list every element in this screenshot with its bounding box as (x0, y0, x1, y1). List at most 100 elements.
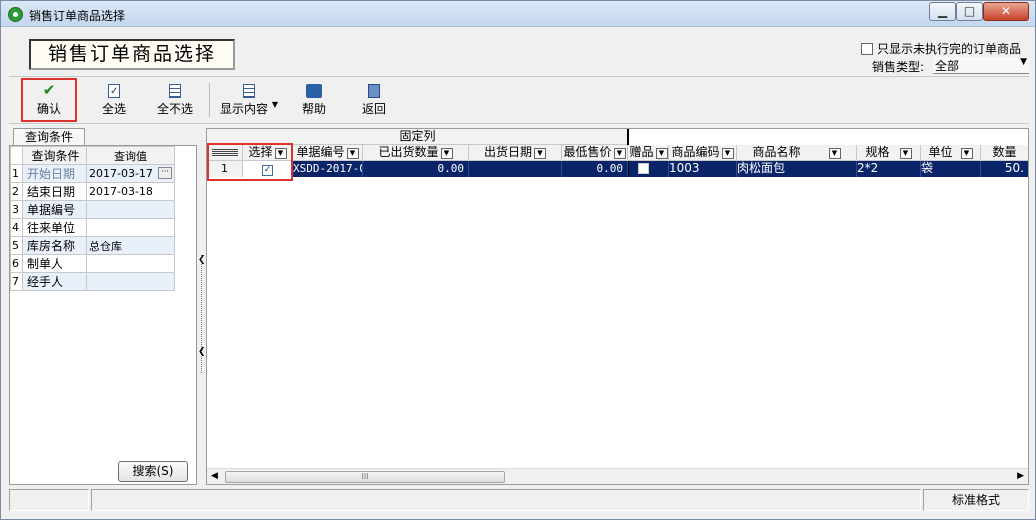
cell-spec[interactable]: 2*2 (857, 161, 921, 177)
condition-value[interactable]: 2017-03-17 ··· (86, 164, 175, 183)
column-filter-icon[interactable]: ▼ (828, 148, 841, 159)
condition-value[interactable]: 总仓库 (86, 236, 175, 255)
condition-value[interactable] (86, 272, 175, 291)
checkbox-icon[interactable] (861, 43, 873, 55)
column-label: 单据编号 (296, 145, 345, 159)
panel-splitter[interactable]: ❮ ❮ (198, 145, 206, 485)
select-all-button[interactable]: 全选 (89, 80, 139, 120)
column-label: 出货日期 (483, 145, 532, 159)
column-filter-icon[interactable]: ▼ (721, 148, 734, 159)
back-button[interactable]: 返回 (349, 80, 399, 120)
table-icon (213, 80, 285, 100)
toolbar-separator (209, 83, 210, 117)
query-row[interactable]: 4 往来单位 (10, 218, 175, 237)
close-button[interactable]: ✕ (983, 2, 1029, 21)
cell-gift[interactable] (629, 161, 669, 177)
column-label: 已出货数量 (378, 145, 439, 159)
format-status: 标准格式 (923, 489, 1029, 511)
only-unexecuted-label: 只显示未执行完的订单商品 (877, 42, 1022, 56)
maximize-button[interactable]: □ (956, 2, 983, 21)
column-filter-icon[interactable]: ▼ (346, 148, 359, 159)
toolbar: ✔ 确认 全选 全不选 显示内容 ▼ 帮助 返回 (9, 76, 1029, 124)
query-row[interactable]: 1 开始日期 2017-03-17 ··· (10, 164, 175, 183)
cell-doc-no[interactable]: XSDD-2017-0 (293, 161, 363, 177)
query-row[interactable]: 5 库房名称 总仓库 (10, 236, 175, 255)
condition-name: 往来单位 (22, 218, 87, 237)
query-row[interactable]: 2 结束日期 2017-03-18 (10, 182, 175, 201)
minimize-button[interactable]: ▁ (929, 2, 956, 21)
list-glyph (169, 84, 181, 98)
search-button[interactable]: 搜索(S) (118, 461, 188, 482)
condition-value[interactable] (86, 218, 175, 237)
condition-value[interactable] (86, 200, 175, 219)
cell-shipped-qty[interactable]: 0.00 (363, 161, 469, 177)
horizontal-scrollbar[interactable]: ◀ III ▶ (207, 468, 1028, 484)
cell-quantity[interactable]: 50. (981, 161, 1028, 177)
help-button[interactable]: 帮助 (289, 80, 339, 120)
column-label: 商品名称 (752, 145, 801, 159)
only-unexecuted-checkbox[interactable]: 只显示未执行完的订单商品 (861, 40, 1021, 56)
column-label: 数量 (992, 145, 1017, 159)
tab-query-conditions[interactable]: 查询条件 (13, 128, 85, 146)
column-filter-icon[interactable]: ▼ (613, 148, 626, 159)
cell-min-price[interactable]: 0.00 (562, 161, 628, 177)
condition-value[interactable] (86, 254, 175, 273)
query-row[interactable]: 6 制单人 (10, 254, 175, 273)
column-header-quantity[interactable]: 数量 (981, 145, 1028, 161)
select-all-label: 全选 (101, 102, 126, 116)
products-grid: 固定列 选择 ▼ 单据编号 ▼ 已出货数量 ▼ 出货日期 ▼ 最低售价 ▼ 赠品 ▼ 商品编… (206, 128, 1029, 485)
sales-type-select[interactable]: 全部 ▼ (933, 57, 1029, 74)
condition-name: 结束日期 (22, 182, 87, 201)
condition-name: 制单人 (22, 254, 87, 273)
column-filter-icon[interactable]: ▼ (960, 148, 973, 159)
column-label: 最低售价 (563, 145, 612, 159)
confirm-label: 确认 (36, 102, 61, 116)
cell-product-code[interactable]: 1003 (669, 161, 737, 177)
select-none-button[interactable]: 全不选 (147, 80, 203, 120)
table-row[interactable]: 1 ✓ XSDD-2017-0 0.00 0.00 1003 肉松面包 2*2 … (207, 161, 1028, 177)
column-header-product-code[interactable]: 商品编码 ▼ (669, 145, 737, 161)
query-row[interactable]: 7 经手人 (10, 272, 175, 291)
display-content-button[interactable]: 显示内容 ▼ (213, 80, 285, 120)
row-number: 2 (10, 182, 23, 201)
collapse-left-icon[interactable]: ❮ (198, 347, 206, 357)
select-column-highlight (207, 143, 293, 181)
column-label: 单位 (928, 145, 953, 159)
column-header-gift[interactable]: 赠品 ▼ (629, 145, 669, 161)
row-number-header (10, 146, 23, 165)
scroll-thumb[interactable]: III (225, 471, 505, 483)
scroll-left-icon[interactable]: ◀ (211, 471, 218, 481)
column-header-spec[interactable]: 规格 ▼ (857, 145, 921, 161)
confirm-button[interactable]: ✔ 确认 (21, 78, 77, 122)
value-column-header: 查询值 (86, 146, 175, 165)
column-header-product-name[interactable]: 商品名称 ▼ (737, 145, 857, 161)
column-header-min-price[interactable]: 最低售价 ▼ (562, 145, 628, 161)
condition-name: 单据编号 (22, 200, 87, 219)
row-number: 5 (10, 236, 23, 255)
column-label: 规格 (865, 145, 890, 159)
column-header-shipped-qty[interactable]: 已出货数量 ▼ (363, 145, 469, 161)
condition-name: 库房名称 (22, 236, 87, 255)
scroll-right-icon[interactable]: ▶ (1017, 471, 1024, 481)
column-header-unit[interactable]: 单位 ▼ (921, 145, 981, 161)
check-icon: ✔ (42, 81, 56, 99)
status-bar: 标准格式 (1, 488, 1035, 519)
column-filter-icon[interactable]: ▼ (534, 148, 546, 159)
condition-value-text: 2017-03-17 (89, 167, 153, 180)
column-header-ship-date[interactable]: 出货日期 ▼ (469, 145, 562, 161)
cell-unit[interactable]: 袋 (921, 161, 981, 177)
column-filter-icon[interactable]: ▼ (899, 148, 912, 159)
gift-checkbox[interactable] (638, 163, 649, 174)
row-number: 4 (10, 218, 23, 237)
list-icon (147, 80, 203, 100)
cell-product-name[interactable]: 肉松面包 (737, 161, 857, 177)
column-label: 商品编码 (671, 145, 720, 159)
column-filter-icon[interactable]: ▼ (440, 148, 453, 159)
condition-value[interactable]: 2017-03-18 (86, 182, 175, 201)
column-filter-icon[interactable]: ▼ (655, 148, 668, 159)
column-header-doc-no[interactable]: 单据编号 ▼ (293, 145, 363, 161)
query-row[interactable]: 3 单据编号 (10, 200, 175, 219)
date-picker-button[interactable]: ··· (158, 167, 172, 179)
cell-ship-date[interactable] (469, 161, 562, 177)
status-pane (91, 489, 921, 511)
